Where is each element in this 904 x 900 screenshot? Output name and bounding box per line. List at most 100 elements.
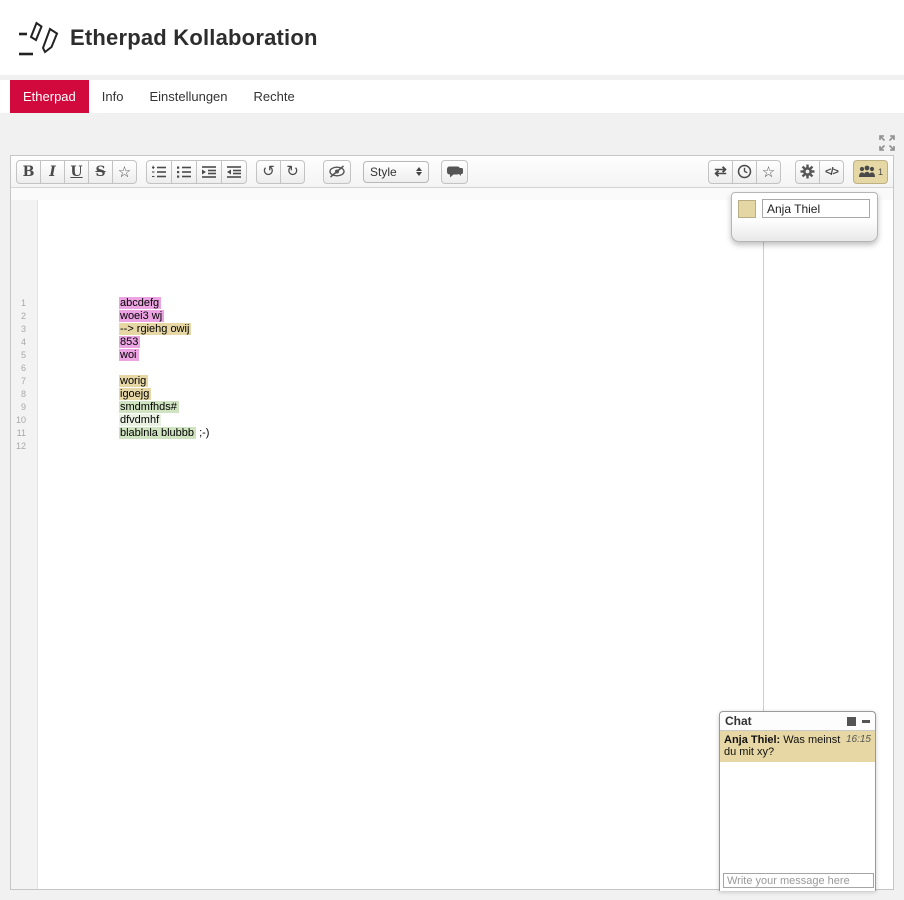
chat-input[interactable] bbox=[723, 873, 874, 888]
line-number: 1 bbox=[11, 297, 32, 310]
editor-line: 5 woi bbox=[11, 349, 893, 362]
gear-icon bbox=[800, 164, 815, 179]
timeslider-button[interactable] bbox=[732, 160, 757, 184]
user-row bbox=[738, 199, 871, 218]
etherpad-logo-icon bbox=[16, 17, 60, 59]
editor-line: 9 smdmfhds# bbox=[11, 401, 893, 414]
outdent-icon bbox=[226, 165, 242, 179]
bold-icon: B bbox=[23, 164, 35, 180]
line-number: 7 bbox=[11, 375, 32, 388]
eye-off-icon bbox=[328, 165, 346, 178]
line-text: igoejg bbox=[119, 388, 151, 401]
line-text: 853 bbox=[119, 336, 140, 349]
user-color-swatch[interactable] bbox=[738, 200, 756, 218]
show-users-button[interactable]: 1 bbox=[853, 160, 888, 184]
chat-timestamp: 16:15 bbox=[846, 734, 871, 746]
editor-line: 8 igoejg bbox=[11, 388, 893, 401]
swap-arrows-icon: ⇄ bbox=[714, 164, 727, 179]
underline-icon: U bbox=[70, 164, 82, 180]
editor-line: 1 abcdefg bbox=[11, 297, 893, 310]
import-export-button[interactable]: ⇄ bbox=[708, 160, 733, 184]
clock-icon bbox=[737, 164, 752, 179]
line-number: 2 bbox=[11, 310, 32, 323]
line-number: 9 bbox=[11, 401, 32, 414]
underline-button[interactable]: U bbox=[64, 160, 89, 184]
etherpad-frame: B I U S ☆ bbox=[10, 155, 894, 890]
embed-code-icon: </> bbox=[825, 166, 838, 178]
settings-button[interactable] bbox=[795, 160, 820, 184]
tab-rechte[interactable]: Rechte bbox=[241, 80, 308, 113]
line-number: 11 bbox=[11, 427, 32, 440]
strikethrough-button[interactable]: S bbox=[88, 160, 113, 184]
clear-authorship-button[interactable] bbox=[323, 160, 351, 184]
editor-line: 3 --> rgiehg owij bbox=[11, 323, 893, 336]
editor-line: 11 blablnla blubbb ;-) bbox=[11, 427, 893, 440]
star-icon: ☆ bbox=[762, 163, 775, 181]
indent-button[interactable] bbox=[196, 160, 222, 184]
italic-button[interactable]: I bbox=[40, 160, 65, 184]
line-number: 6 bbox=[11, 362, 32, 375]
line-number: 10 bbox=[11, 414, 32, 427]
embed-button[interactable]: </> bbox=[819, 160, 844, 184]
comment-button[interactable] bbox=[441, 160, 468, 184]
app-header: Etherpad Kollaboration bbox=[0, 0, 904, 75]
bold-button[interactable]: B bbox=[16, 160, 41, 184]
user-count-badge: 1 bbox=[878, 167, 883, 177]
chat-author: Anja Thiel: bbox=[724, 734, 780, 746]
tab-einstellungen[interactable]: Einstellungen bbox=[136, 80, 240, 113]
username-input[interactable] bbox=[762, 199, 870, 218]
tab-etherpad[interactable]: Etherpad bbox=[10, 80, 89, 113]
line-text: woi bbox=[119, 349, 139, 362]
redo-icon: ↻ bbox=[286, 164, 299, 179]
line-number: 12 bbox=[11, 440, 32, 453]
tab-bar: EtherpadInfoEinstellungenRechte bbox=[0, 80, 904, 113]
outdent-button[interactable] bbox=[221, 160, 247, 184]
chat-box: Chat 16:15Anja Thiel: Was meinst du mit … bbox=[719, 711, 876, 891]
undo-button[interactable]: ↺ bbox=[256, 160, 281, 184]
ordered-list-button[interactable] bbox=[146, 160, 172, 184]
editor-lines[interactable]: 1 abcdefg 2 woei3 wj 3 --> rgiehg owij 4 853 5 wo… bbox=[11, 297, 893, 453]
save-revision-button[interactable]: ☆ bbox=[756, 160, 781, 184]
undo-icon: ↺ bbox=[262, 164, 275, 179]
unordered-list-button[interactable] bbox=[171, 160, 197, 184]
ordered-list-icon bbox=[151, 165, 167, 179]
editor-line: 6 bbox=[11, 362, 893, 375]
chat-popout-icon[interactable] bbox=[847, 717, 856, 726]
chat-message: 16:15Anja Thiel: Was meinst du mit xy? bbox=[720, 731, 875, 762]
star-icon: ☆ bbox=[118, 163, 131, 181]
italic-icon: I bbox=[49, 164, 56, 180]
strikethrough-icon: S bbox=[95, 164, 105, 180]
line-text: --> rgiehg owij bbox=[119, 323, 191, 336]
style-dropdown[interactable]: Style bbox=[363, 161, 429, 183]
redo-button[interactable]: ↻ bbox=[280, 160, 305, 184]
fullscreen-expand-icon[interactable] bbox=[876, 132, 898, 154]
editor-line: 12 bbox=[11, 440, 893, 453]
editor-line: 10 dfvdmhf bbox=[11, 414, 893, 427]
highlight-star-button[interactable]: ☆ bbox=[112, 160, 137, 184]
editor-line: 4 853 bbox=[11, 336, 893, 349]
line-text: woei3 wj bbox=[119, 310, 164, 323]
users-popup bbox=[731, 192, 878, 242]
chat-minimize-icon[interactable] bbox=[862, 720, 870, 723]
editor-line: 7worig bbox=[11, 375, 893, 388]
page-title: Etherpad Kollaboration bbox=[70, 25, 318, 51]
line-text: blablnla blubbb ;-) bbox=[119, 427, 209, 440]
line-text: dfvdmhf bbox=[119, 414, 161, 427]
users-icon bbox=[858, 165, 876, 178]
chat-title: Chat bbox=[725, 714, 752, 728]
comment-bubble-icon bbox=[446, 165, 463, 179]
line-number: 3 bbox=[11, 323, 32, 336]
style-dropdown-label: Style bbox=[370, 165, 397, 179]
unordered-list-icon bbox=[176, 165, 192, 179]
tab-info[interactable]: Info bbox=[89, 80, 137, 113]
indent-icon bbox=[201, 165, 217, 179]
line-number: 5 bbox=[11, 349, 32, 362]
editor-toolbar: B I U S ☆ bbox=[11, 156, 893, 188]
chat-header[interactable]: Chat bbox=[720, 712, 875, 731]
line-text: abcdefg bbox=[119, 297, 161, 310]
editor-line: 2 woei3 wj bbox=[11, 310, 893, 323]
select-arrows-icon bbox=[416, 167, 422, 176]
line-number: 4 bbox=[11, 336, 32, 349]
line-text: smdmfhds# bbox=[119, 401, 179, 414]
line-number: 8 bbox=[11, 388, 32, 401]
